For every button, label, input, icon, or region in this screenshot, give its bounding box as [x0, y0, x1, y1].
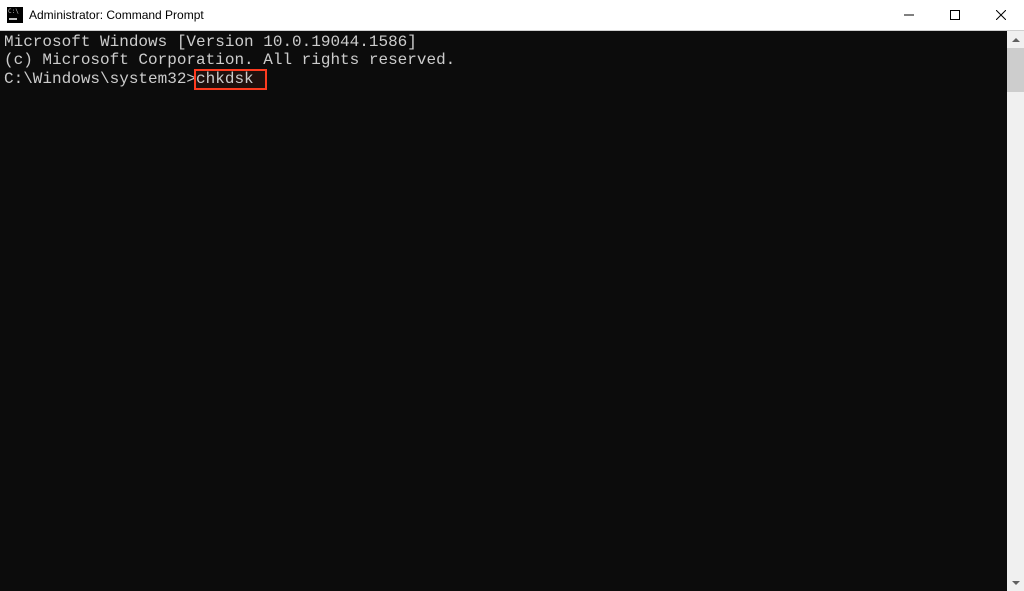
- terminal-prompt: C:\Windows\system32>: [4, 70, 196, 88]
- terminal-output[interactable]: Microsoft Windows [Version 10.0.19044.15…: [0, 31, 1007, 591]
- highlighted-command: chkdsk: [194, 69, 267, 90]
- scroll-thumb[interactable]: [1007, 48, 1024, 92]
- window-title: Administrator: Command Prompt: [29, 8, 886, 22]
- content-area: Microsoft Windows [Version 10.0.19044.15…: [0, 31, 1024, 591]
- cmd-icon: [7, 7, 23, 23]
- window-controls: [886, 0, 1024, 30]
- scroll-up-arrow-icon[interactable]: [1007, 31, 1024, 48]
- close-button[interactable]: [978, 0, 1024, 30]
- terminal-line-copyright: (c) Microsoft Corporation. All rights re…: [4, 51, 1007, 69]
- maximize-button[interactable]: [932, 0, 978, 30]
- terminal-line-version: Microsoft Windows [Version 10.0.19044.15…: [4, 33, 1007, 51]
- minimize-button[interactable]: [886, 0, 932, 30]
- scroll-down-arrow-icon[interactable]: [1007, 574, 1024, 591]
- titlebar: Administrator: Command Prompt: [0, 0, 1024, 31]
- terminal-prompt-line: C:\Windows\system32>chkdsk: [4, 69, 1007, 90]
- vertical-scrollbar[interactable]: [1007, 31, 1024, 591]
- scroll-track[interactable]: [1007, 48, 1024, 574]
